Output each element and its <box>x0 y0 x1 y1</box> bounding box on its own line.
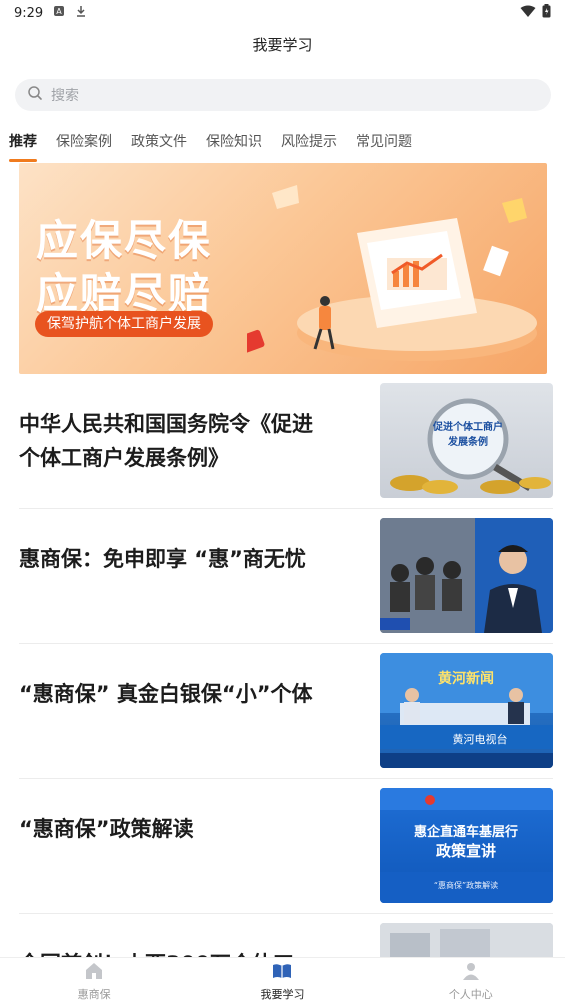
news-item[interactable]: 中华人民共和国国务院令《促进个体工商户发展条例》 促进个体工商户 发展条例 <box>19 374 553 509</box>
banner-headline-1: 应保尽保 <box>36 216 213 265</box>
nav-item-profile[interactable]: 个人中心 <box>377 958 565 1004</box>
tab-policy-documents[interactable]: 政策文件 <box>131 130 196 158</box>
news-title: 中华人民共和国国务院令《促进个体工商户发展条例》 <box>19 412 313 470</box>
nav-label: 我要学习 <box>260 987 305 1001</box>
person-icon <box>461 961 481 984</box>
svg-text:黄河新闻: 黄河新闻 <box>438 670 494 687</box>
news-thumbnail: 促进个体工商户 发展条例 <box>380 383 553 498</box>
app-notification-icon: A <box>53 5 65 21</box>
search-input[interactable]: 搜索 <box>15 79 551 111</box>
news-title: “惠商保”政策解读 <box>19 817 194 841</box>
status-bar: 9:29 A <box>0 0 565 26</box>
tab-faq[interactable]: 常见问题 <box>356 130 421 158</box>
news-title: 惠商保：免申即享 “惠”商无忧 <box>19 547 306 571</box>
status-left: 9:29 A <box>14 5 87 21</box>
search-placeholder: 搜索 <box>51 88 79 104</box>
bottom-nav: 惠商保 我要学习 个人中心 <box>0 957 565 1004</box>
download-icon <box>75 5 87 21</box>
banner-tagline: 保驾护航个体工商户发展 <box>35 311 213 337</box>
tab-insurance-knowledge[interactable]: 保险知识 <box>206 130 271 158</box>
wifi-icon <box>520 5 536 22</box>
promo-banner[interactable]: 应保尽保 应赔尽赔 保驾护航个体工商户发展 <box>19 163 547 374</box>
page-title: 我要学习 <box>252 35 313 54</box>
battery-icon <box>542 4 551 22</box>
nav-item-home[interactable]: 惠商保 <box>0 958 188 1004</box>
book-icon <box>272 961 292 984</box>
svg-text:政策宣讲: 政策宣讲 <box>436 842 496 860</box>
news-item[interactable]: “惠商保”政策解读 惠企直通车基层行 政策宣讲 “惠商保”政策解读 <box>19 779 553 914</box>
nav-label: 惠商保 <box>77 987 111 1001</box>
search-icon <box>27 85 43 105</box>
svg-text:A: A <box>56 7 62 16</box>
nav-item-learning[interactable]: 我要学习 <box>188 958 376 1004</box>
news-thumbnail <box>380 518 553 633</box>
news-item[interactable]: “惠商保” 真金白银保“小”个体 黄河新闻 黄河电视台 <box>19 644 553 779</box>
page-title-bar: 我要学习 <box>0 26 565 62</box>
svg-text:黄河电视台: 黄河电视台 <box>453 732 508 746</box>
status-right <box>520 4 551 22</box>
tab-risk-alerts[interactable]: 风险提示 <box>281 130 346 158</box>
news-list: 中华人民共和国国务院令《促进个体工商户发展条例》 促进个体工商户 发展条例 惠商… <box>19 374 553 1004</box>
nav-label: 个人中心 <box>448 987 493 1001</box>
tab-insurance-cases[interactable]: 保险案例 <box>56 130 121 158</box>
svg-text:发展条例: 发展条例 <box>447 435 488 448</box>
tab-recommend[interactable]: 推荐 <box>9 130 46 162</box>
news-thumbnail: 黄河新闻 黄河电视台 <box>380 653 553 768</box>
news-item[interactable]: 惠商保：免申即享 “惠”商无忧 <box>19 509 553 644</box>
banner-illustration <box>247 185 537 361</box>
svg-text:“惠商保”政策解读: “惠商保”政策解读 <box>434 880 498 890</box>
svg-text:惠企直通车基层行: 惠企直通车基层行 <box>414 824 518 840</box>
category-tabs: 推荐 保险案例 政策文件 保险知识 风险提示 常见问题 <box>9 130 431 162</box>
status-time: 9:29 <box>14 5 44 21</box>
svg-text:促进个体工商户: 促进个体工商户 <box>432 420 503 433</box>
news-thumbnail: 惠企直通车基层行 政策宣讲 “惠商保”政策解读 <box>380 788 553 903</box>
home-icon <box>84 961 104 984</box>
news-title: “惠商保” 真金白银保“小”个体 <box>19 682 313 706</box>
